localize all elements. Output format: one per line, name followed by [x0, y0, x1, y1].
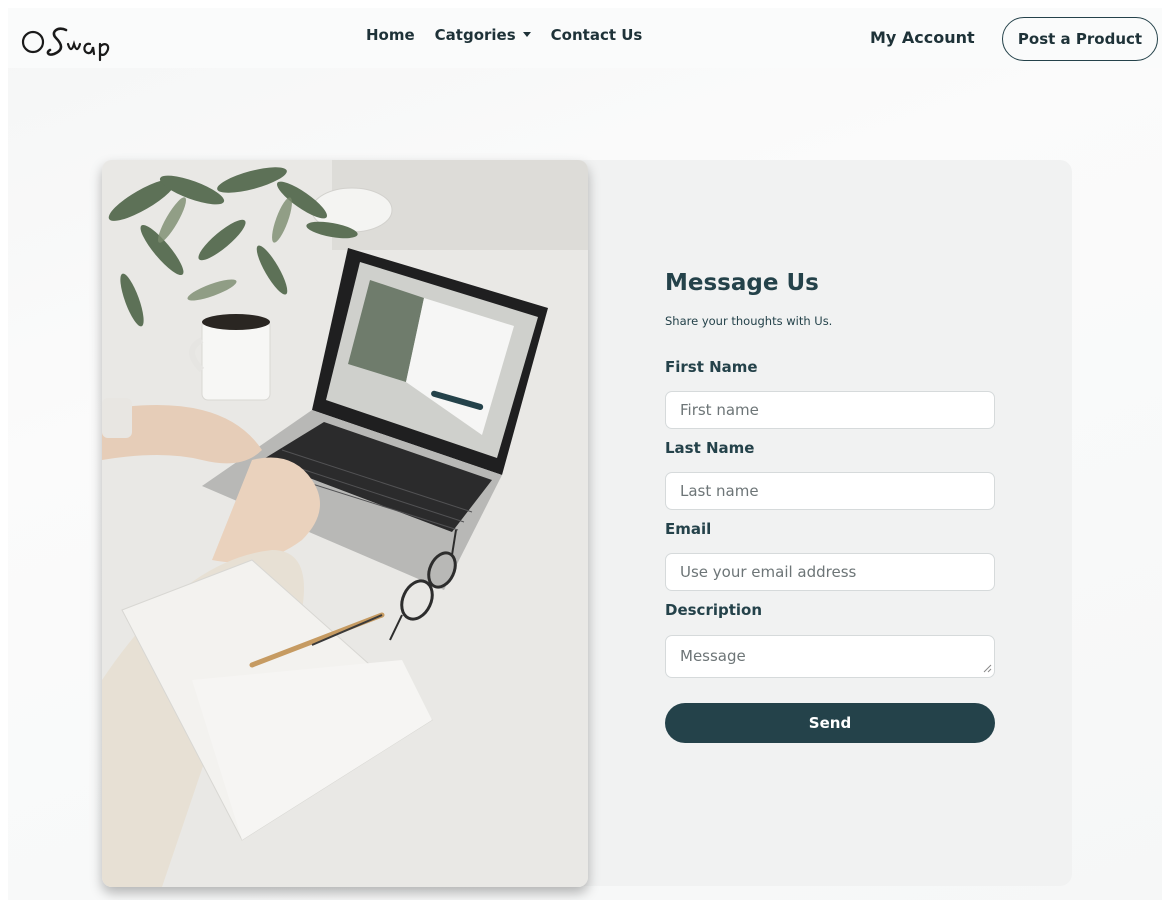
description-label: Description [665, 601, 763, 619]
nav-links: Home Catgories Contact Us [366, 26, 642, 44]
email-label: Email [665, 520, 712, 538]
email-input[interactable] [665, 553, 995, 591]
nav-home[interactable]: Home [366, 26, 415, 44]
nav-categories-label: Catgories [434, 26, 516, 44]
swap-logo-icon [21, 27, 110, 62]
nav-categories[interactable]: Catgories [435, 26, 531, 44]
form-subtitle: Share your thoughts with Us. [665, 314, 833, 328]
message-textarea[interactable] [665, 635, 995, 678]
last-name-label: Last Name [665, 439, 755, 457]
navbar: Home Catgories Contact Us My Account Pos… [8, 8, 1162, 68]
form-title: Message Us [665, 270, 819, 296]
post-product-button[interactable]: Post a Product [1002, 17, 1158, 61]
chevron-down-icon [522, 32, 531, 37]
resize-grip-icon[interactable] [983, 664, 992, 673]
first-name-input[interactable] [665, 391, 995, 429]
my-account-link[interactable]: My Account [870, 28, 975, 47]
last-name-input[interactable] [665, 472, 995, 510]
first-name-label: First Name [665, 358, 758, 376]
laptop-desk-photo [102, 160, 588, 887]
logo[interactable] [18, 20, 158, 64]
send-button[interactable]: Send [665, 703, 995, 743]
nav-contact-us[interactable]: Contact Us [551, 26, 643, 44]
